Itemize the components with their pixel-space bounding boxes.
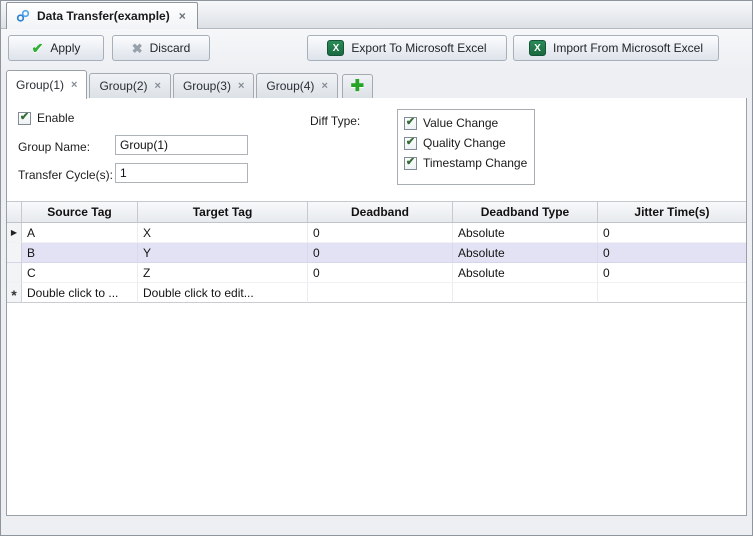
column-header-deadband[interactable]: Deadband	[308, 201, 453, 223]
cell-source-tag[interactable]: C	[22, 263, 138, 283]
apply-button[interactable]: ✔ Apply	[8, 35, 104, 61]
transfer-cycle-input[interactable]	[115, 163, 248, 183]
tab-group-3-label: Group(3)	[183, 79, 231, 93]
apply-button-label: Apply	[50, 41, 80, 55]
cell-deadband-type[interactable]: Absolute	[453, 243, 598, 263]
transfer-grid: Source Tag Target Tag Deadband Deadband …	[7, 201, 746, 303]
group-tab-strip: Group(1) × Group(2) × Group(3) × Group(4…	[1, 67, 752, 98]
import-excel-button[interactable]: X Import From Microsoft Excel	[513, 35, 719, 61]
enable-label: Enable	[37, 111, 74, 125]
cell-jitter-time[interactable]	[598, 283, 746, 303]
checkmark-icon: ✔	[406, 157, 415, 168]
table-row[interactable]: C Z 0 Absolute 0	[7, 263, 746, 283]
document-tab-data-transfer[interactable]: Data Transfer(example) ×	[6, 2, 198, 29]
close-icon[interactable]: ×	[155, 80, 161, 92]
cell-target-tag[interactable]: Double click to edit...	[138, 283, 308, 303]
cell-deadband-type[interactable]	[453, 283, 598, 303]
row-indicator: *	[7, 283, 22, 303]
document-tab-title: Data Transfer(example)	[37, 9, 170, 23]
row-indicator: ▶	[7, 223, 22, 243]
group-name-input[interactable]	[115, 135, 248, 155]
group-name-label: Group Name:	[18, 140, 90, 154]
cell-target-tag[interactable]: Z	[138, 263, 308, 283]
cell-jitter-time[interactable]: 0	[598, 243, 746, 263]
cell-deadband[interactable]	[308, 283, 453, 303]
tab-group-2-label: Group(2)	[99, 79, 147, 93]
tab-group-2[interactable]: Group(2) ×	[89, 73, 170, 98]
cell-target-tag[interactable]: Y	[138, 243, 308, 263]
excel-icon: X	[529, 40, 546, 56]
diff-option-timestamp-change[interactable]: ✔ Timestamp Change	[404, 154, 528, 172]
diff-option-label: Quality Change	[423, 136, 506, 150]
cell-deadband[interactable]: 0	[308, 243, 453, 263]
export-excel-button[interactable]: X Export To Microsoft Excel	[307, 35, 507, 61]
cell-target-tag[interactable]: X	[138, 223, 308, 243]
table-row-new[interactable]: * Double click to ... Double click to ed…	[7, 283, 746, 303]
group-tab-page: ✔ Enable Group Name: Transfer Cycle(s): …	[6, 97, 747, 516]
row-indicator	[7, 263, 22, 283]
cell-source-tag[interactable]: Double click to ...	[22, 283, 138, 303]
checkmark-icon: ✔	[20, 112, 29, 123]
cell-deadband[interactable]: 0	[308, 223, 453, 243]
new-row-icon: *	[11, 287, 16, 303]
checkmark-icon: ✔	[406, 117, 415, 128]
cell-source-tag[interactable]: A	[22, 223, 138, 243]
enable-checkbox[interactable]: ✔ Enable	[18, 111, 74, 125]
diff-type-listbox: ✔ Value Change ✔ Quality Change ✔ Timest…	[397, 109, 535, 185]
column-header-source-tag[interactable]: Source Tag	[22, 201, 138, 223]
diff-option-label: Timestamp Change	[423, 156, 527, 170]
plus-icon: ✚	[351, 79, 364, 95]
current-row-icon: ▶	[11, 228, 17, 237]
toolbar: ✔ Apply ✖ Discard X Export To Microsoft …	[1, 29, 752, 67]
x-icon: ✖	[132, 42, 143, 55]
cell-deadband[interactable]: 0	[308, 263, 453, 283]
column-header-jitter-time[interactable]: Jitter Time(s)	[598, 201, 746, 223]
diff-option-value-change[interactable]: ✔ Value Change	[404, 114, 528, 132]
data-transfer-icon	[16, 9, 30, 23]
tab-group-1[interactable]: Group(1) ×	[6, 70, 87, 99]
close-icon[interactable]: ×	[238, 80, 244, 92]
tab-group-4-label: Group(4)	[266, 79, 314, 93]
cell-deadband-type[interactable]: Absolute	[453, 223, 598, 243]
export-excel-label: Export To Microsoft Excel	[351, 41, 486, 55]
check-icon: ✔	[32, 41, 44, 55]
transfer-cycle-label: Transfer Cycle(s):	[18, 168, 113, 182]
import-excel-label: Import From Microsoft Excel	[553, 41, 703, 55]
document-tab-bar: Data Transfer(example) ×	[1, 1, 752, 29]
cell-source-tag[interactable]: B	[22, 243, 138, 263]
tab-group-4[interactable]: Group(4) ×	[256, 73, 337, 98]
close-icon[interactable]: ×	[321, 80, 327, 92]
checkmark-icon: ✔	[406, 137, 415, 148]
grid-indicator-header	[7, 201, 22, 223]
diff-option-label: Value Change	[423, 116, 498, 130]
table-row[interactable]: ▶ A X 0 Absolute 0	[7, 223, 746, 243]
row-indicator	[7, 243, 22, 263]
diff-option-quality-change[interactable]: ✔ Quality Change	[404, 134, 528, 152]
checkbox-box[interactable]: ✔	[404, 137, 417, 150]
tab-group-1-label: Group(1)	[16, 78, 64, 92]
excel-icon: X	[327, 40, 344, 56]
column-header-deadband-type[interactable]: Deadband Type	[453, 201, 598, 223]
checkbox-box[interactable]: ✔	[404, 117, 417, 130]
cell-jitter-time[interactable]: 0	[598, 263, 746, 283]
checkbox-box[interactable]: ✔	[404, 157, 417, 170]
discard-button-label: Discard	[150, 41, 191, 55]
app-window: Data Transfer(example) × ✔ Apply ✖ Disca…	[0, 0, 753, 536]
discard-button[interactable]: ✖ Discard	[112, 35, 210, 61]
add-group-tab-button[interactable]: ✚	[342, 74, 373, 98]
close-icon[interactable]: ×	[177, 9, 188, 23]
close-icon[interactable]: ×	[71, 79, 77, 91]
table-row[interactable]: B Y 0 Absolute 0	[7, 243, 746, 263]
checkbox-box[interactable]: ✔	[18, 112, 31, 125]
cell-jitter-time[interactable]: 0	[598, 223, 746, 243]
cell-deadband-type[interactable]: Absolute	[453, 263, 598, 283]
diff-type-label: Diff Type:	[310, 114, 360, 128]
column-header-target-tag[interactable]: Target Tag	[138, 201, 308, 223]
grid-header-row: Source Tag Target Tag Deadband Deadband …	[7, 201, 746, 223]
tab-group-3[interactable]: Group(3) ×	[173, 73, 254, 98]
